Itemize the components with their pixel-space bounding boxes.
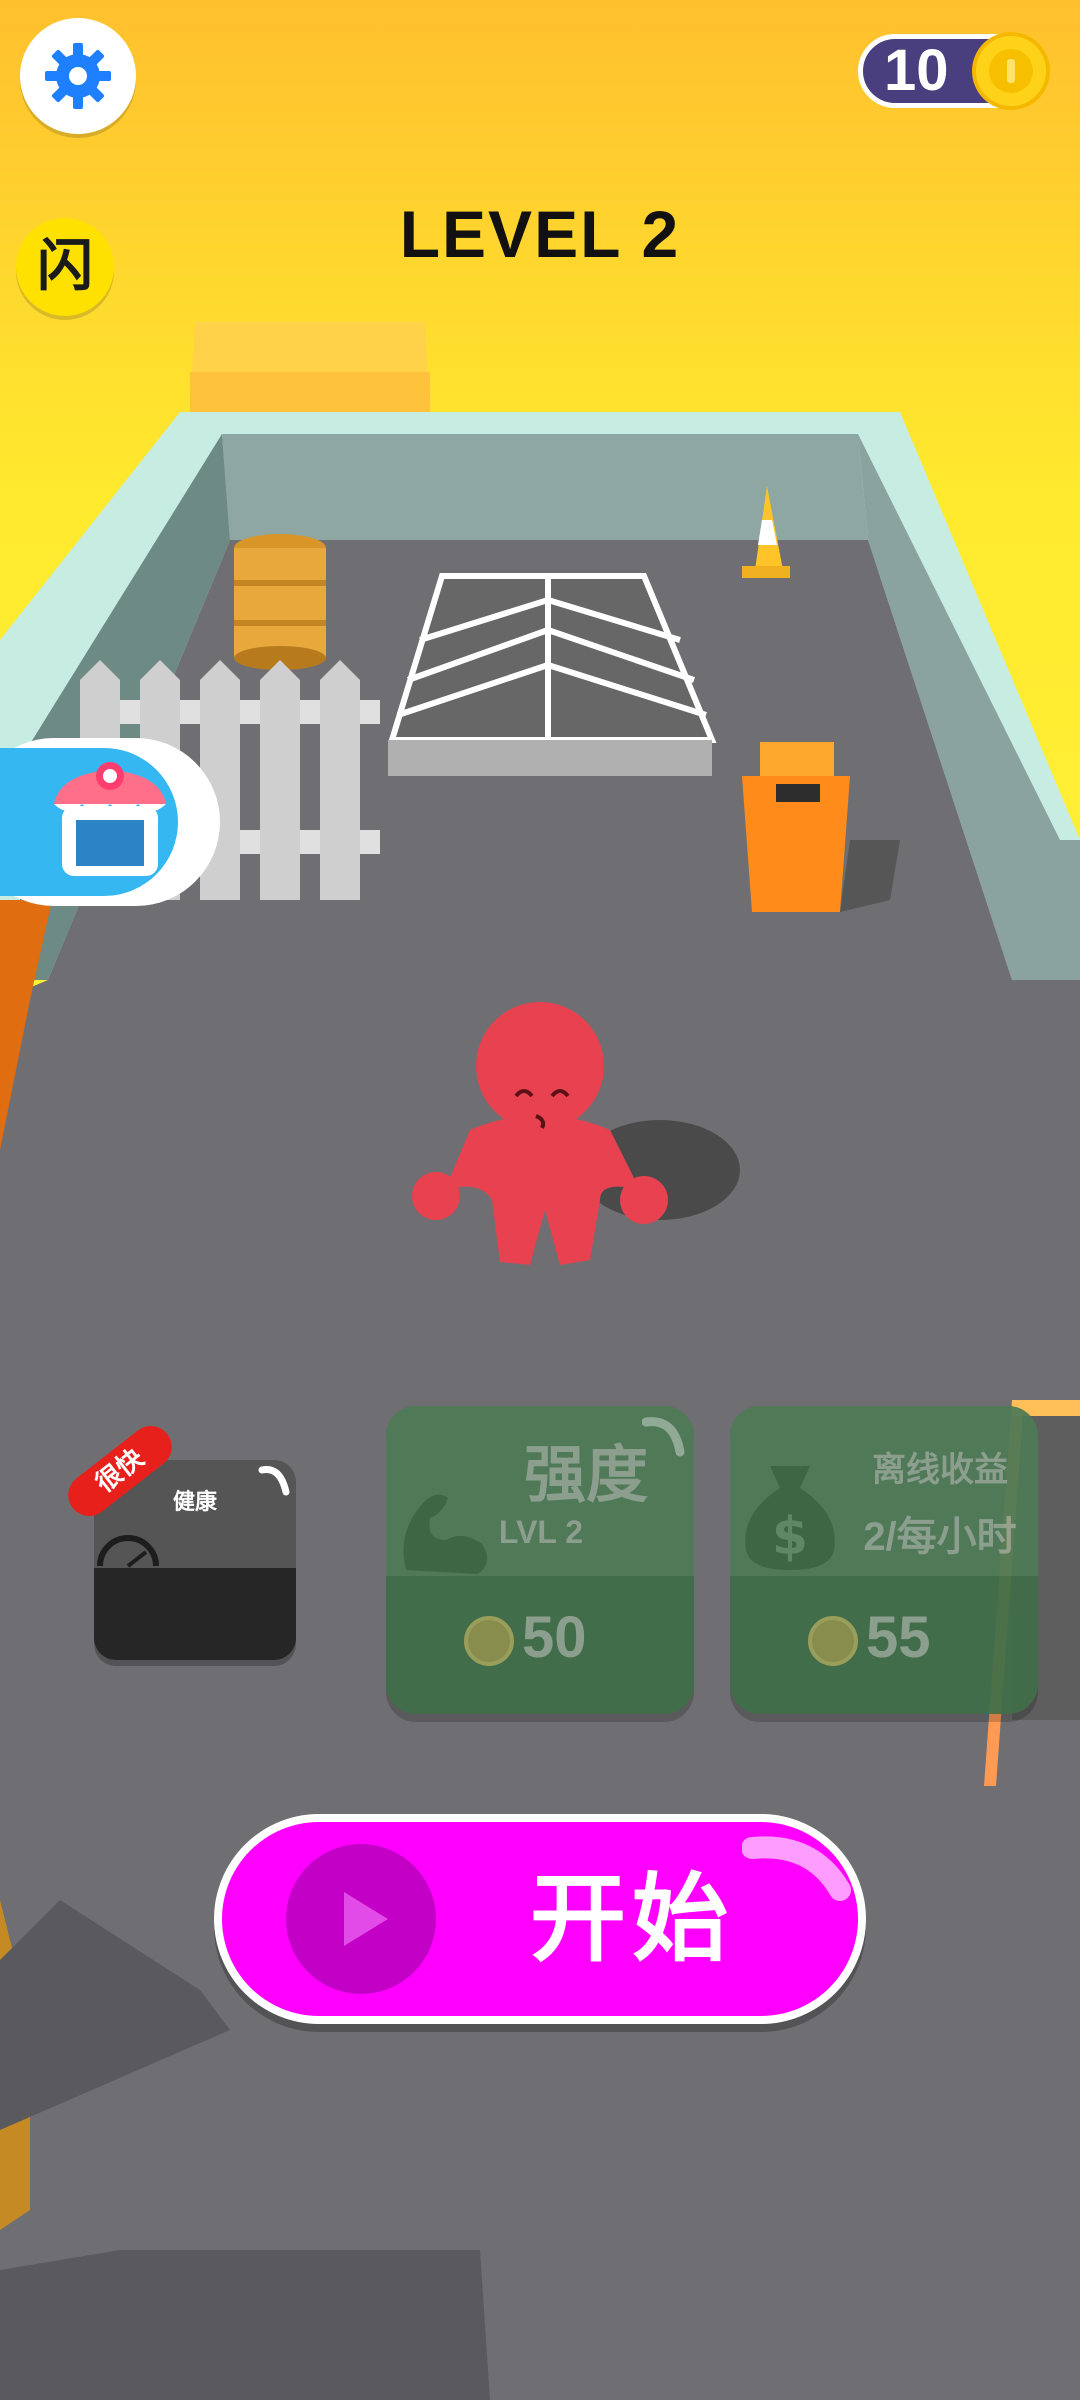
offline-title: 离线收益 xyxy=(872,1450,1008,1490)
bicep-icon xyxy=(403,1494,488,1574)
game-scene xyxy=(0,0,1080,2400)
shop-button[interactable] xyxy=(0,738,220,906)
start-button[interactable]: 开始 xyxy=(214,1814,866,2024)
money-bag-icon: $ xyxy=(745,1466,835,1570)
speedometer-icon xyxy=(97,1535,159,1568)
start-label: 开始 xyxy=(530,1863,734,1975)
offline-earnings-card[interactable]: $ 离线收益 2/每小时 55 xyxy=(730,1406,1038,1714)
offline-rate: 2/每小时 xyxy=(863,1515,1017,1559)
flash-button[interactable]: 闪 xyxy=(16,218,114,316)
shine-icon xyxy=(742,1836,851,1901)
barrel xyxy=(234,534,326,670)
flash-icon: 闪 xyxy=(37,234,93,299)
shine-icon xyxy=(258,1465,290,1496)
svg-text:$: $ xyxy=(772,1507,808,1567)
play-icon xyxy=(286,1844,436,1994)
strength-upgrade-card[interactable]: 强度 LVL 2 50 xyxy=(386,1406,694,1714)
gear-icon xyxy=(45,43,111,109)
coin-icon xyxy=(464,1616,514,1666)
coin-icon xyxy=(972,32,1050,110)
offline-price: 55 xyxy=(866,1605,931,1670)
shop-icon xyxy=(54,762,166,876)
coin-icon xyxy=(808,1616,858,1666)
level-title: LEVEL 2 xyxy=(399,197,681,271)
settings-button[interactable] xyxy=(20,18,136,134)
strength-level: LVL 2 xyxy=(498,1514,584,1550)
shine-icon xyxy=(642,1417,685,1457)
strength-price: 50 xyxy=(522,1605,587,1670)
coin-count: 10 xyxy=(884,38,949,103)
